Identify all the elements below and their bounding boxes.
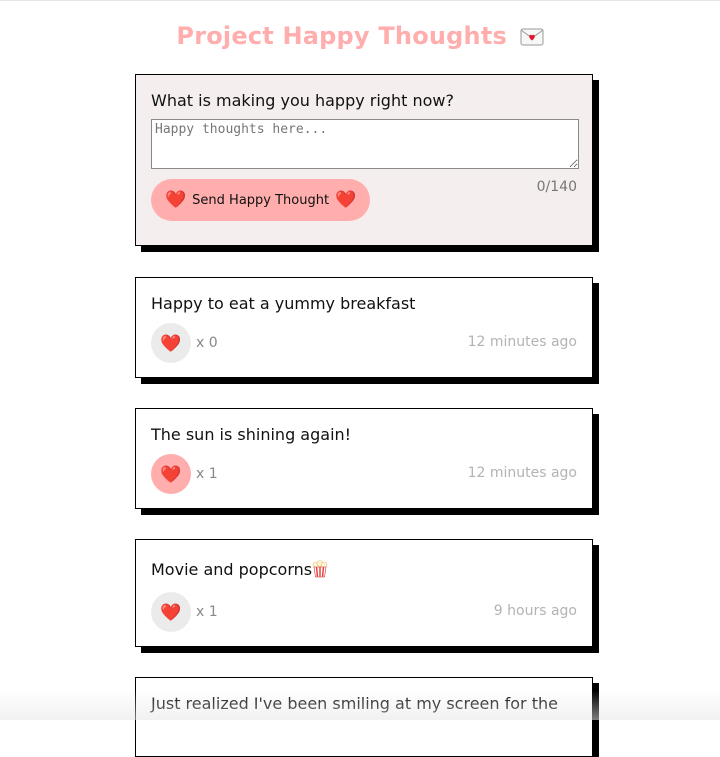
heart-icon: ❤️ [160,602,182,622]
form-question: What is making you happy right now? [151,91,454,110]
send-happy-thought-button[interactable]: ❤️ Send Happy Thought ❤️ [151,179,371,221]
thought-message: Movie and popcorns [151,560,328,579]
like-button[interactable]: ❤️ [151,592,191,632]
like-button[interactable]: ❤️ [151,323,191,363]
thought-input[interactable] [151,119,579,169]
send-button-label: Send Happy Thought [192,192,330,208]
thought-message: The sun is shining again! [151,425,352,444]
thought-message-text: Movie and popcorns [151,560,313,579]
character-counter: 0/140 [536,179,577,195]
thought-message: Happy to eat a yummy breakfast [151,294,416,313]
new-thought-form: What is making you happy right now? ❤️ S… [135,74,593,246]
timestamp: 12 minutes ago [467,465,577,481]
like-count: x 0 [196,335,218,351]
popcorn-icon [312,560,328,579]
thought-card: Just realized I've been smiling at my sc… [135,677,593,757]
thought-card: The sun is shining again! ❤️ x 1 12 minu… [135,408,593,509]
thought-card: Movie and popcorns ❤️ x 1 9 hours ago [135,539,593,647]
heart-icon: ❤️ [160,333,182,353]
like-count: x 1 [196,604,218,620]
page-title-text: Project Happy Thoughts [176,22,507,50]
heart-icon: ❤️ [165,189,187,210]
like-button[interactable]: ❤️ [151,454,191,494]
top-border [0,0,720,1]
heart-icon: ❤️ [335,189,357,210]
thought-card: Happy to eat a yummy breakfast ❤️ x 0 12… [135,277,593,378]
envelope-heart-icon [516,22,544,50]
like-count: x 1 [196,466,218,482]
thought-message: Just realized I've been smiling at my sc… [151,694,558,713]
heart-icon: ❤️ [160,464,182,484]
timestamp: 9 hours ago [493,603,577,619]
timestamp: 12 minutes ago [467,334,577,350]
page-title: Project Happy Thoughts [0,22,720,50]
